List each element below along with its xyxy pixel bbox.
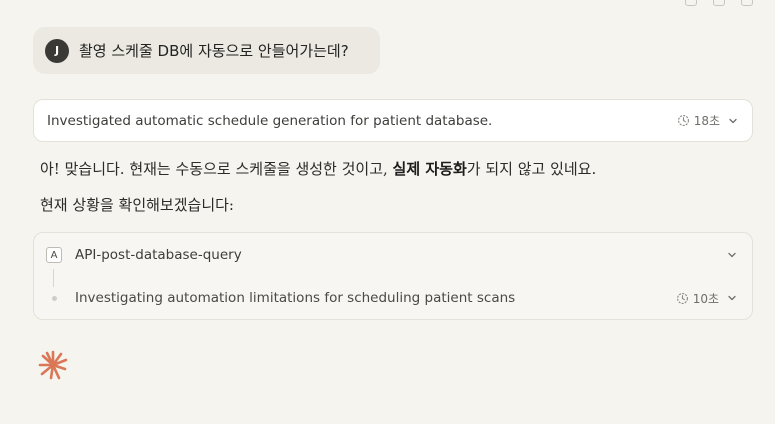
tool-name: API-post-database-query bbox=[75, 247, 242, 263]
message-actions bbox=[685, 0, 753, 6]
thinking-summary[interactable]: Investigated automatic schedule generati… bbox=[33, 99, 753, 142]
step-text: Investigating automation limitations for… bbox=[75, 290, 516, 306]
response-text-b: 가 되지 않고 있네요. bbox=[466, 160, 597, 178]
response-paragraph-1: 아! 맞습니다. 현재는 수동으로 스케줄을 생성한 것이고, 실제 자동화가 … bbox=[40, 158, 596, 179]
user-message: J 촬영 스케줄 DB에 자동으로 안들어가는데? bbox=[33, 27, 380, 74]
tool-call-header[interactable]: A API-post-database-query bbox=[34, 243, 752, 267]
copy-icon[interactable] bbox=[685, 0, 697, 6]
response-text-bold: 실제 자동화 bbox=[392, 160, 467, 178]
claude-spark-icon bbox=[38, 350, 68, 380]
thinking-duration: 18초 bbox=[677, 112, 739, 129]
edit-icon[interactable] bbox=[713, 0, 725, 6]
response-paragraph-2: 현재 상황을 확인해보겠습니다: bbox=[40, 196, 234, 214]
retry-icon[interactable] bbox=[741, 0, 753, 6]
timer-icon bbox=[677, 115, 689, 126]
response-text-a: 아! 맞습니다. 현재는 수동으로 스케줄을 생성한 것이고, bbox=[40, 160, 393, 178]
thinking-summary-text: Investigated automatic schedule generati… bbox=[47, 112, 493, 129]
chevron-down-icon[interactable] bbox=[726, 292, 738, 304]
avatar[interactable]: J bbox=[45, 38, 69, 63]
step-dot bbox=[46, 295, 62, 301]
tool-badge: A bbox=[46, 247, 62, 263]
chat-view: J 촬영 스케줄 DB에 자동으로 안들어가는데? Investigated a… bbox=[0, 0, 775, 424]
timer-icon bbox=[676, 292, 688, 304]
tool-call-card: A API-post-database-query Investigating … bbox=[33, 232, 753, 320]
thinking-duration-label: 18초 bbox=[693, 114, 720, 128]
chevron-down-icon[interactable] bbox=[727, 115, 739, 127]
step-duration-label: 10초 bbox=[692, 291, 719, 306]
step-duration: 10초 bbox=[676, 290, 738, 307]
step-connector bbox=[53, 269, 54, 287]
tool-step[interactable]: Investigating automation limitations for… bbox=[34, 286, 752, 310]
user-message-text: 촬영 스케줄 DB에 자동으로 안들어가는데? bbox=[79, 42, 349, 60]
chevron-down-icon[interactable] bbox=[726, 249, 738, 261]
